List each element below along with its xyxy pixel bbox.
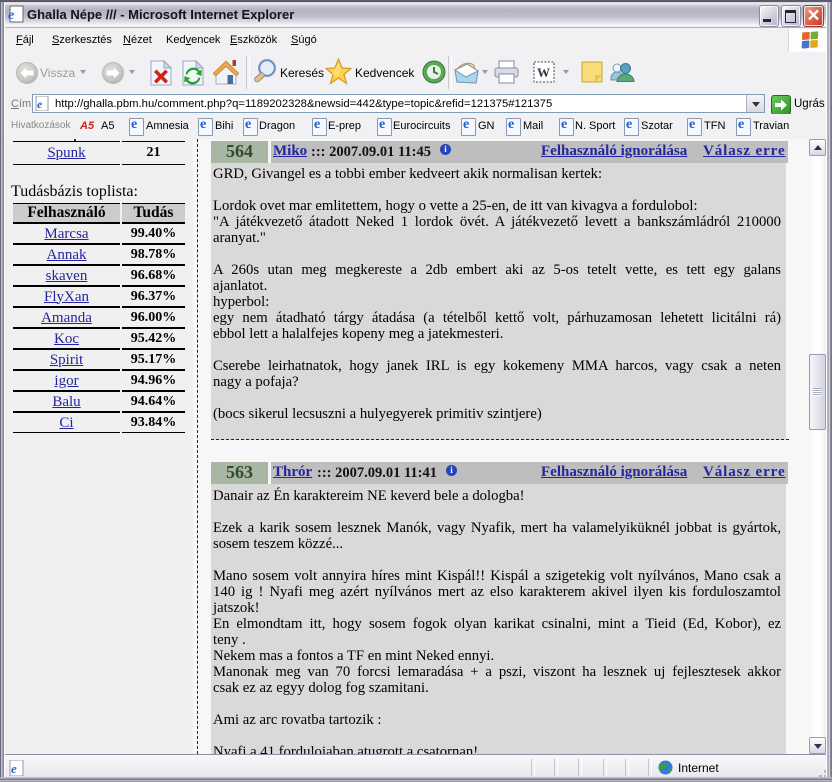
svg-text:e: e [37,97,43,111]
svg-text:e: e [8,8,14,23]
svg-text:e: e [11,761,17,776]
svg-text:W: W [537,65,550,80]
